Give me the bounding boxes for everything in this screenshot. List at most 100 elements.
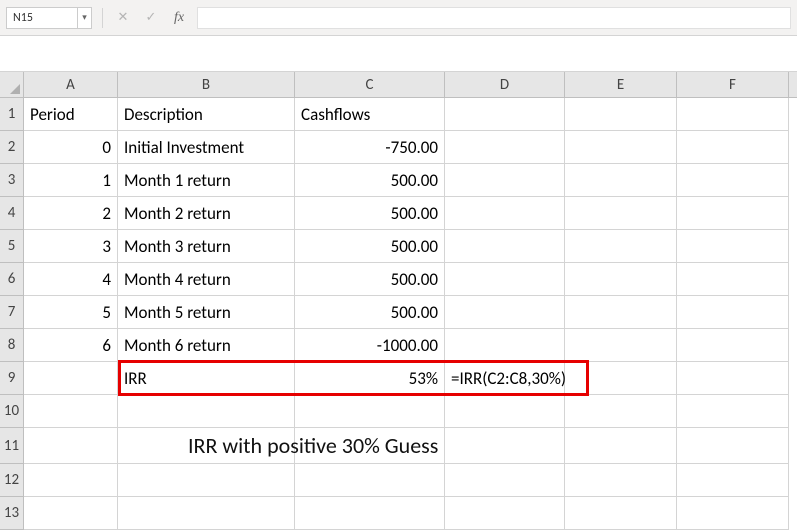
cell-A11[interactable] bbox=[24, 428, 118, 464]
cell-E8[interactable] bbox=[565, 329, 677, 362]
row-header-1[interactable]: 1 bbox=[0, 98, 24, 131]
row-header-4[interactable]: 4 bbox=[0, 197, 24, 230]
name-box[interactable]: N15 bbox=[6, 7, 78, 29]
cell-A1[interactable]: Period bbox=[24, 98, 118, 131]
cell-A6[interactable]: 4 bbox=[24, 263, 118, 296]
cell-E2[interactable] bbox=[565, 131, 677, 164]
cancel-formula-button[interactable]: ✕ bbox=[113, 8, 133, 28]
cell-B9[interactable]: IRR bbox=[118, 362, 295, 395]
cell-E1[interactable] bbox=[565, 98, 677, 131]
column-header-F[interactable]: F bbox=[677, 72, 789, 97]
cell-D12[interactable] bbox=[445, 464, 565, 497]
cell-D9[interactable]: =IRR(C2:C8,30%) bbox=[445, 362, 565, 395]
cell-F9[interactable] bbox=[677, 362, 789, 395]
cell-D5[interactable] bbox=[445, 230, 565, 263]
row-header-3[interactable]: 3 bbox=[0, 164, 24, 197]
column-header-E[interactable]: E bbox=[565, 72, 677, 97]
name-box-dropdown[interactable]: ▾ bbox=[78, 7, 92, 29]
cell-C5[interactable]: 500.00 bbox=[295, 230, 445, 263]
cell-B3[interactable]: Month 1 return bbox=[118, 164, 295, 197]
row-header-13[interactable]: 13 bbox=[0, 497, 24, 530]
cell-D13[interactable] bbox=[445, 497, 565, 530]
cell-D7[interactable] bbox=[445, 296, 565, 329]
cell-D3[interactable] bbox=[445, 164, 565, 197]
cell-A8[interactable]: 6 bbox=[24, 329, 118, 362]
cell-C1[interactable]: Cashflows bbox=[295, 98, 445, 131]
cell-C9[interactable]: 53% bbox=[295, 362, 445, 395]
row-header-2[interactable]: 2 bbox=[0, 131, 24, 164]
row-header-6[interactable]: 6 bbox=[0, 263, 24, 296]
cell-E11[interactable] bbox=[565, 428, 677, 464]
cell-B12[interactable] bbox=[118, 464, 295, 497]
cell-C8[interactable]: -1000.00 bbox=[295, 329, 445, 362]
cell-D8[interactable] bbox=[445, 329, 565, 362]
cell-F1[interactable] bbox=[677, 98, 789, 131]
cell-D6[interactable] bbox=[445, 263, 565, 296]
select-all-corner[interactable] bbox=[0, 72, 24, 98]
cell-F11[interactable] bbox=[677, 428, 789, 464]
cell-A13[interactable] bbox=[24, 497, 118, 530]
cell-A2[interactable]: 0 bbox=[24, 131, 118, 164]
cell-B10[interactable] bbox=[118, 395, 295, 428]
cell-B2[interactable]: Initial Investment bbox=[118, 131, 295, 164]
cell-F3[interactable] bbox=[677, 164, 789, 197]
formula-input[interactable] bbox=[197, 7, 791, 29]
insert-function-button[interactable]: fx bbox=[169, 8, 189, 28]
row-header-8[interactable]: 8 bbox=[0, 329, 24, 362]
cell-A7[interactable]: 5 bbox=[24, 296, 118, 329]
cell-C12[interactable] bbox=[295, 464, 445, 497]
cell-B13[interactable] bbox=[118, 497, 295, 530]
cell-F7[interactable] bbox=[677, 296, 789, 329]
cell-E9[interactable] bbox=[565, 362, 677, 395]
cell-D2[interactable] bbox=[445, 131, 565, 164]
cell-F6[interactable] bbox=[677, 263, 789, 296]
cell-F10[interactable] bbox=[677, 395, 789, 428]
row-header-5[interactable]: 5 bbox=[0, 230, 24, 263]
cell-B11[interactable]: IRR with positive 30% Guess bbox=[118, 428, 295, 464]
cell-F4[interactable] bbox=[677, 197, 789, 230]
cell-D10[interactable] bbox=[445, 395, 565, 428]
cell-A4[interactable]: 2 bbox=[24, 197, 118, 230]
column-header-D[interactable]: D bbox=[445, 72, 565, 97]
cell-B1[interactable]: Description bbox=[118, 98, 295, 131]
cell-B6[interactable]: Month 4 return bbox=[118, 263, 295, 296]
row-header-12[interactable]: 12 bbox=[0, 464, 24, 497]
cell-C4[interactable]: 500.00 bbox=[295, 197, 445, 230]
cell-A9[interactable] bbox=[24, 362, 118, 395]
cell-C7[interactable]: 500.00 bbox=[295, 296, 445, 329]
column-header-B[interactable]: B bbox=[118, 72, 295, 97]
cell-D11[interactable] bbox=[445, 428, 565, 464]
cell-E6[interactable] bbox=[565, 263, 677, 296]
cell-F5[interactable] bbox=[677, 230, 789, 263]
cell-B8[interactable]: Month 6 return bbox=[118, 329, 295, 362]
cell-A3[interactable]: 1 bbox=[24, 164, 118, 197]
cell-F2[interactable] bbox=[677, 131, 789, 164]
cell-E7[interactable] bbox=[565, 296, 677, 329]
row-header-11[interactable]: 11 bbox=[0, 428, 24, 464]
enter-formula-button[interactable]: ✓ bbox=[141, 8, 161, 28]
column-header-C[interactable]: C bbox=[295, 72, 445, 97]
row-header-7[interactable]: 7 bbox=[0, 296, 24, 329]
row-header-9[interactable]: 9 bbox=[0, 362, 24, 395]
cell-E10[interactable] bbox=[565, 395, 677, 428]
row-header-10[interactable]: 10 bbox=[0, 395, 24, 428]
cell-E3[interactable] bbox=[565, 164, 677, 197]
cell-E12[interactable] bbox=[565, 464, 677, 497]
cell-C2[interactable]: -750.00 bbox=[295, 131, 445, 164]
cell-F13[interactable] bbox=[677, 497, 789, 530]
cell-A10[interactable] bbox=[24, 395, 118, 428]
column-header-A[interactable]: A bbox=[24, 72, 118, 97]
cell-C6[interactable]: 500.00 bbox=[295, 263, 445, 296]
cell-C13[interactable] bbox=[295, 497, 445, 530]
cell-E13[interactable] bbox=[565, 497, 677, 530]
cell-C10[interactable] bbox=[295, 395, 445, 428]
cell-B5[interactable]: Month 3 return bbox=[118, 230, 295, 263]
cell-F12[interactable] bbox=[677, 464, 789, 497]
cell-E5[interactable] bbox=[565, 230, 677, 263]
cell-A5[interactable]: 3 bbox=[24, 230, 118, 263]
cell-F8[interactable] bbox=[677, 329, 789, 362]
cell-C3[interactable]: 500.00 bbox=[295, 164, 445, 197]
cell-D1[interactable] bbox=[445, 98, 565, 131]
cell-A12[interactable] bbox=[24, 464, 118, 497]
cell-D4[interactable] bbox=[445, 197, 565, 230]
